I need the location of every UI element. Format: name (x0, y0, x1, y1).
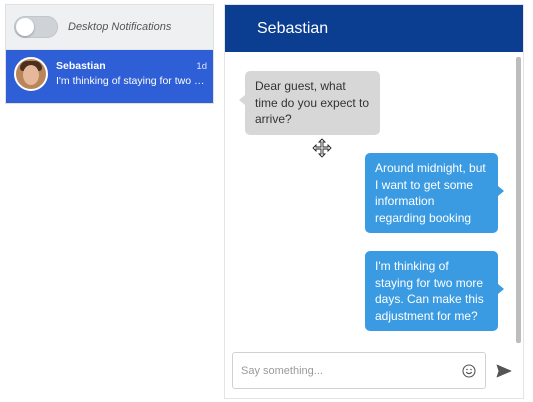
toggle-knob (16, 18, 34, 36)
move-cursor-icon (312, 138, 332, 158)
conversation-name: Sebastian (56, 60, 106, 72)
conversation-item-sebastian[interactable]: Sebastian 1d I'm thinking of staying for… (6, 50, 213, 103)
conversation-list-panel: Desktop Notifications Sebastian 1d I'm t… (5, 4, 214, 104)
desktop-notifications-label: Desktop Notifications (68, 21, 172, 33)
conversation-time: 1d (196, 60, 207, 72)
smiley-icon[interactable] (461, 363, 477, 379)
send-arrow-icon[interactable] (493, 360, 515, 382)
avatar (14, 57, 48, 91)
message-incoming: Dear guest, what time do you expect to a… (239, 71, 380, 135)
message-outgoing: Around midnight, but I want to get some … (365, 153, 504, 233)
conversation-text: Sebastian 1d I'm thinking of staying for… (56, 57, 207, 103)
messages-scrollbar[interactable] (516, 57, 521, 343)
chat-title: Sebastian (257, 19, 329, 37)
chat-header: Sebastian (225, 5, 523, 52)
message-outgoing: I'm thinking of staying for two more day… (365, 251, 504, 331)
conversation-preview: I'm thinking of staying for two mo... (56, 75, 207, 87)
message-list[interactable]: Dear guest, what time do you expect to a… (225, 52, 523, 344)
desktop-notifications-toggle[interactable] (14, 16, 58, 38)
message-input[interactable] (241, 364, 461, 377)
chat-panel: Sebastian Dear guest, what time do you e… (224, 4, 524, 399)
message-composer (232, 352, 486, 389)
notifications-bar: Desktop Notifications (6, 5, 213, 50)
